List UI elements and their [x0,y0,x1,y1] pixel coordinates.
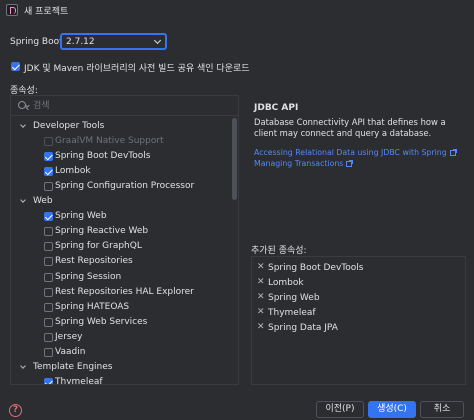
added-dependency-item: ✕ Spring Boot DevTools [252,261,462,276]
external-link-icon [449,149,457,156]
cancel-button[interactable]: 취소 [420,401,464,418]
tree-item-thymeleaf[interactable]: Thymeleaf [11,375,233,385]
dependency-checkbox[interactable] [44,318,53,327]
tree-item-spring-web[interactable]: Spring Web [11,209,233,224]
dependency-checkbox[interactable] [44,167,53,176]
tree-scrollbar[interactable] [232,118,237,200]
remove-icon[interactable]: ✕ [257,262,265,272]
tree-group-label: Developer Tools [33,121,105,131]
dependency-checkbox[interactable] [44,182,53,191]
added-dependency-label: Lombok [268,278,304,288]
guide-link-transactions[interactable]: Managing Transactions [254,159,354,168]
chevron-down-icon [153,36,162,45]
tree-item-spring-reactive-web[interactable]: Spring Reactive Web [11,224,233,239]
chevron-down-icon[interactable] [20,363,26,369]
tree-item-label: Spring Configuration Processor [55,181,195,191]
added-dependency-item: ✕ Spring Data JPA [252,321,462,336]
tree-item-spring-session[interactable]: Spring Session [11,270,233,285]
tree-item-label: Spring Web Services [55,317,148,327]
tree-item-lombok[interactable]: Lombok [11,164,233,179]
tree-item-vaadin[interactable]: Vaadin [11,345,233,360]
remove-icon[interactable]: ✕ [257,292,265,302]
added-dependency-item: ✕ Thymeleaf [252,306,462,321]
dependencies-search-input[interactable] [33,99,223,113]
added-dependencies-list: ✕ Spring Boot DevTools ✕ Lombok ✕ Spring… [251,256,466,385]
tree-item-label: Spring Web [55,211,107,221]
added-dependency-item: ✕ Lombok [252,276,462,291]
added-dependencies-label: 추가된 종속성: [251,246,307,256]
dependency-checkbox[interactable] [44,242,53,251]
remove-icon[interactable]: ✕ [257,307,265,317]
spring-boot-version-select[interactable]: 2.7.12 [60,33,167,50]
chevron-down-icon[interactable] [20,122,26,128]
added-dependency-item: ✕ Spring Web [252,291,462,306]
dependencies-tree-panel: Developer Tools GraalVM Native Support S… [10,95,239,385]
tree-group-label: Web [33,196,53,206]
tree-item-label: Vaadin [55,347,86,357]
tree-item-graalvm-native-support[interactable]: GraalVM Native Support [11,134,233,149]
tree-item-label: Lombok [55,166,91,176]
dependency-checkbox[interactable] [44,212,53,221]
guide-link-label: Managing Transactions [254,159,344,168]
tree-item-label: Spring Session [55,272,122,282]
title-bar: 새 프로젝트 [0,0,474,20]
guide-link-jdbc[interactable]: Accessing Relational Data using JDBC wit… [254,148,457,157]
dependencies-search [11,96,238,116]
previous-button[interactable]: 이전(P) [316,401,364,418]
search-options-chevron-icon[interactable] [25,103,30,108]
spring-boot-label: Spring Boot: [10,37,66,47]
dependency-checkbox[interactable] [44,137,53,146]
tree-item-label: Spring HATEOAS [55,302,130,312]
guide-link-label: Accessing Relational Data using JDBC wit… [254,148,447,157]
tree-group-template-engines[interactable]: Template Engines [11,360,233,375]
dependency-checkbox[interactable] [44,333,53,342]
tree-item-spring-boot-devtools[interactable]: Spring Boot DevTools [11,149,233,164]
added-dependency-label: Spring Data JPA [268,323,338,333]
tree-group-label: Template Engines [33,362,113,372]
dependency-info-description: Database Connectivity API that defines h… [254,117,446,138]
intellij-app-icon [6,4,18,16]
create-button[interactable]: 생성(C) [368,401,416,418]
remove-icon[interactable]: ✕ [257,277,265,287]
added-dependency-label: Spring Boot DevTools [268,263,364,273]
dependency-checkbox[interactable] [44,288,53,297]
tree-group-developer-tools[interactable]: Developer Tools [11,119,233,134]
tree-item-label: Thymeleaf [55,377,103,385]
tree-item-label: Spring for GraphQL [55,241,142,251]
remove-icon[interactable]: ✕ [257,322,265,332]
external-link-icon [346,160,354,167]
tree-item-label: Jersey [55,332,83,342]
jdk-maven-index-label: JDK 및 Maven 라이브러리의 사전 빌드 공유 색인 다운로드 [24,64,250,74]
tree-item-jersey[interactable]: Jersey [11,330,233,345]
tree-item-label: Spring Boot DevTools [55,151,151,161]
chevron-down-icon[interactable] [20,197,26,203]
dependency-checkbox[interactable] [44,152,53,161]
window-title: 새 프로젝트 [24,7,69,17]
dependency-checkbox[interactable] [44,378,53,384]
added-dependency-label: Spring Web [268,293,320,303]
dependency-info-title: JDBC API [254,103,299,113]
dependency-checkbox[interactable] [44,273,53,282]
tree-item-label: Rest Repositories HAL Explorer [55,287,194,297]
jdk-maven-index-checkbox[interactable] [11,62,20,71]
tree-item-spring-hateoas[interactable]: Spring HATEOAS [11,300,233,315]
tree-item-spring-web-services[interactable]: Spring Web Services [11,315,233,330]
added-dependency-label: Thymeleaf [268,308,316,318]
tree-item-label: Rest Repositories [55,256,133,266]
dependency-checkbox[interactable] [44,227,53,236]
help-icon[interactable]: ? [9,404,22,417]
tree-item-rest-repositories[interactable]: Rest Repositories [11,254,233,269]
dependency-checkbox[interactable] [44,348,53,357]
tree-item-label: Spring Reactive Web [55,226,149,236]
spring-boot-version-value: 2.7.12 [66,37,95,47]
tree-item-label: GraalVM Native Support [55,136,164,146]
tree-item-spring-for-graphql[interactable]: Spring for GraphQL [11,239,233,254]
dependency-checkbox[interactable] [44,257,53,266]
dependency-checkbox[interactable] [44,303,53,312]
tree-group-web[interactable]: Web [11,194,233,209]
tree-item-rest-repositories-hal-explorer[interactable]: Rest Repositories HAL Explorer [11,285,233,300]
tree-item-spring-configuration-processor[interactable]: Spring Configuration Processor [11,179,233,194]
